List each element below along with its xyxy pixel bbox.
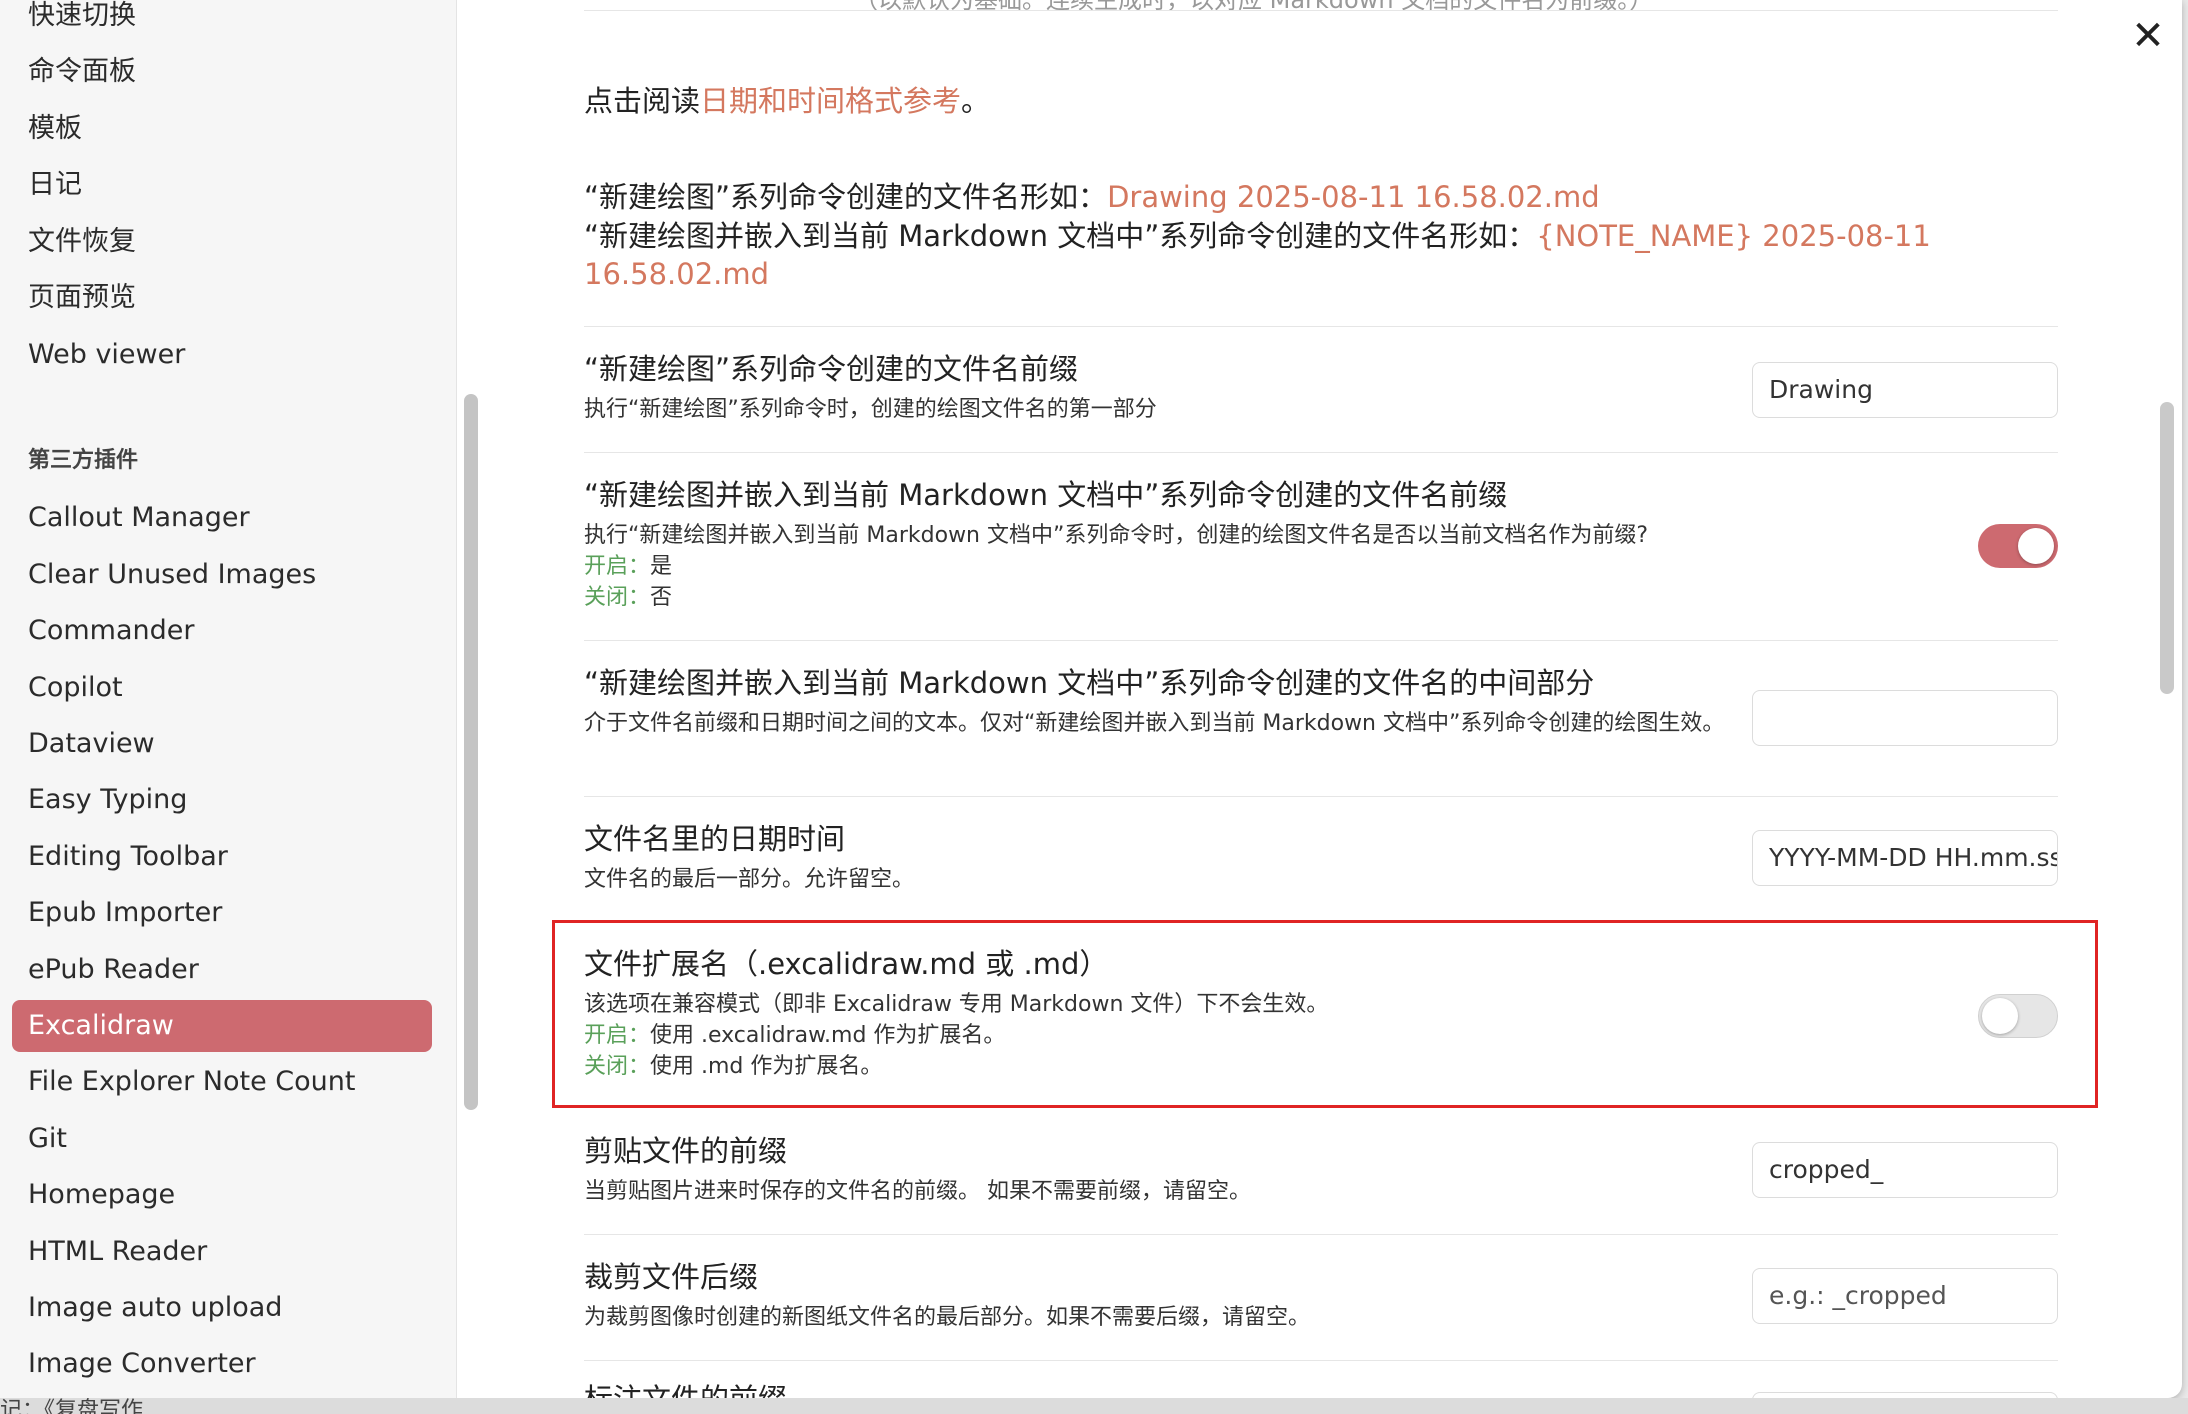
sidebar-item-page-preview[interactable]: 页面预览 xyxy=(12,272,432,324)
sidebar-item-plugin[interactable]: Git xyxy=(12,1113,432,1165)
embed-prefix-toggle[interactable] xyxy=(1978,524,2058,568)
sidebar-item-file-recovery[interactable]: 文件恢复 xyxy=(12,216,432,268)
sidebar-item-command-palette[interactable]: 命令面板 xyxy=(12,46,432,98)
sidebar-item-plugin[interactable]: ePub Reader xyxy=(12,944,432,996)
sidebar-item-plugin[interactable]: Dataview xyxy=(12,718,432,770)
sidebar-scrollbar[interactable] xyxy=(464,394,478,1110)
embed-middle-input[interactable] xyxy=(1752,690,2058,746)
divider xyxy=(584,1234,2058,1235)
sidebar-item-web-viewer[interactable]: Web viewer xyxy=(12,329,432,381)
sidebar-item-quick-switch[interactable]: 快速切换 xyxy=(12,0,432,42)
sidebar-item-plugin[interactable]: Commander xyxy=(12,605,432,657)
sidebar-item-plugin[interactable]: Image Converter xyxy=(12,1338,432,1390)
content-scrollbar[interactable] xyxy=(2160,402,2174,694)
setting-desc: 执行“新建绘图并嵌入到当前 Markdown 文档中”系列命令时，创建的绘图文件… xyxy=(584,523,1649,610)
setting-title: “新建绘图并嵌入到当前 Markdown 文档中”系列命令创建的文件名前缀 xyxy=(584,478,1508,512)
drawing-prefix-input[interactable]: Drawing xyxy=(1752,362,2058,418)
cropped-prefix-input[interactable]: cropped_ xyxy=(1752,1142,2058,1198)
sidebar-item-plugin[interactable]: Image auto upload xyxy=(12,1282,432,1334)
filename-example-1: “新建绘图”系列命令创建的文件名形如：Drawing 2025-08-11 16… xyxy=(584,180,1600,214)
sidebar-item-excalidraw-active[interactable]: Excalidraw xyxy=(12,1000,432,1052)
divider xyxy=(584,326,2058,327)
settings-content: （以默认为基础。连续生成时，以对应 Markdown 文档的文件名为前缀。） 点… xyxy=(584,0,2058,1398)
sidebar-item-plugin[interactable]: Epub Importer xyxy=(12,887,432,939)
toggle-knob xyxy=(2018,528,2054,564)
background-status-strip: 记：《复盘写作... xyxy=(0,1398,2188,1414)
divider xyxy=(584,10,2058,11)
close-icon[interactable]: ✕ xyxy=(2128,16,2168,56)
sidebar-item-templates[interactable]: 模板 xyxy=(12,103,432,155)
datetime-format-input[interactable]: YYYY-MM-DD HH.mm.ss xyxy=(1752,830,2058,886)
divider xyxy=(584,796,2058,797)
date-format-reference-link[interactable]: 日期和时间格式参考 xyxy=(700,84,961,118)
sidebar-item-plugin[interactable]: Callout Manager xyxy=(12,492,432,544)
sidebar-item-plugin[interactable]: Editing Toolbar xyxy=(12,831,432,883)
settings-window: 快速切换 命令面板 模板 日记 文件恢复 页面预览 Web viewer 第三方… xyxy=(0,0,2182,1398)
sidebar-item-plugin[interactable]: Clear Unused Images xyxy=(12,549,432,601)
sidebar-item-plugin[interactable]: Copilot xyxy=(12,662,432,714)
settings-sidebar: 快速切换 命令面板 模板 日记 文件恢复 页面预览 Web viewer 第三方… xyxy=(0,0,457,1398)
sidebar-item-plugin[interactable]: Homepage xyxy=(12,1169,432,1221)
sidebar-item-plugin[interactable]: Easy Typing xyxy=(12,774,432,826)
highlight-box xyxy=(552,920,2098,1108)
crop-suffix-input[interactable]: e.g.: _cropped xyxy=(1752,1268,2058,1324)
sidebar-item-plugin[interactable]: HTML Reader xyxy=(12,1226,432,1278)
sidebar-section-heading: 第三方插件 xyxy=(28,448,139,473)
divider xyxy=(584,640,2058,641)
divider xyxy=(584,452,2058,453)
sidebar-item-plugin[interactable]: File Explorer Note Count xyxy=(12,1056,432,1108)
divider xyxy=(584,1360,2058,1361)
setting-desc: 介于文件名前缀和日期时间之间的文本。仅对“新建绘图并嵌入到当前 Markdown… xyxy=(584,711,1725,736)
cut-off-description: （以默认为基础。连续生成时，以对应 Markdown 文档的文件名为前缀。） xyxy=(854,0,1654,14)
sidebar-item-daily-notes[interactable]: 日记 xyxy=(12,159,432,211)
intro-text: 点击阅读日期和时间格式参考。 xyxy=(584,84,991,118)
filename-example-2: “新建绘图并嵌入到当前 Markdown 文档中”系列命令创建的文件名形如：{N… xyxy=(584,219,1931,291)
setting-embed-prefix: “新建绘图并嵌入到当前 Markdown 文档中”系列命令创建的文件名前缀 执行… xyxy=(584,476,2058,613)
